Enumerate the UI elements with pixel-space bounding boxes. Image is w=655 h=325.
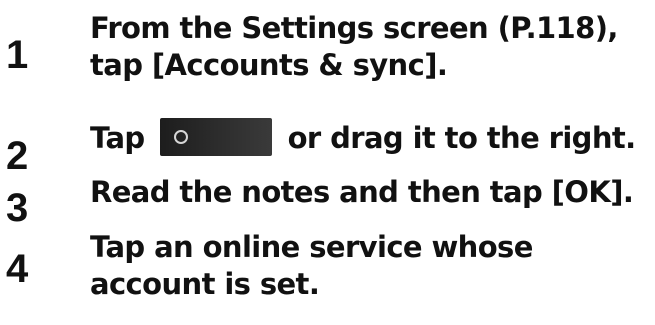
- instruction-line: account is set.: [90, 267, 320, 301]
- step-instruction: Tap or drag it to the right.: [90, 118, 650, 157]
- instruction-line: Read the notes and then tap [OK].: [90, 175, 634, 209]
- step-instruction: From the Settings screen (P.118), tap [A…: [90, 10, 650, 84]
- instruction-line: tap [Accounts & sync].: [90, 48, 448, 82]
- toggle-knob: [174, 130, 189, 144]
- instruction-line: Tap an online service whose: [90, 230, 533, 264]
- step-number: 1: [6, 33, 29, 77]
- step-number: 3: [6, 186, 29, 230]
- instruction-line: Tap or drag it to the right.: [90, 118, 650, 157]
- step-number: 4: [6, 247, 29, 291]
- step-instruction: Read the notes and then tap [OK].: [90, 174, 650, 211]
- toggle-switch-icon: [160, 118, 273, 156]
- step-number: 2: [6, 134, 29, 178]
- instruction-text: or drag it to the right.: [278, 121, 637, 155]
- step-instruction: Tap an online service whose account is s…: [90, 229, 650, 303]
- instruction-line: From the Settings screen (P.118),: [90, 11, 618, 45]
- instruction-text: Tap: [90, 121, 155, 155]
